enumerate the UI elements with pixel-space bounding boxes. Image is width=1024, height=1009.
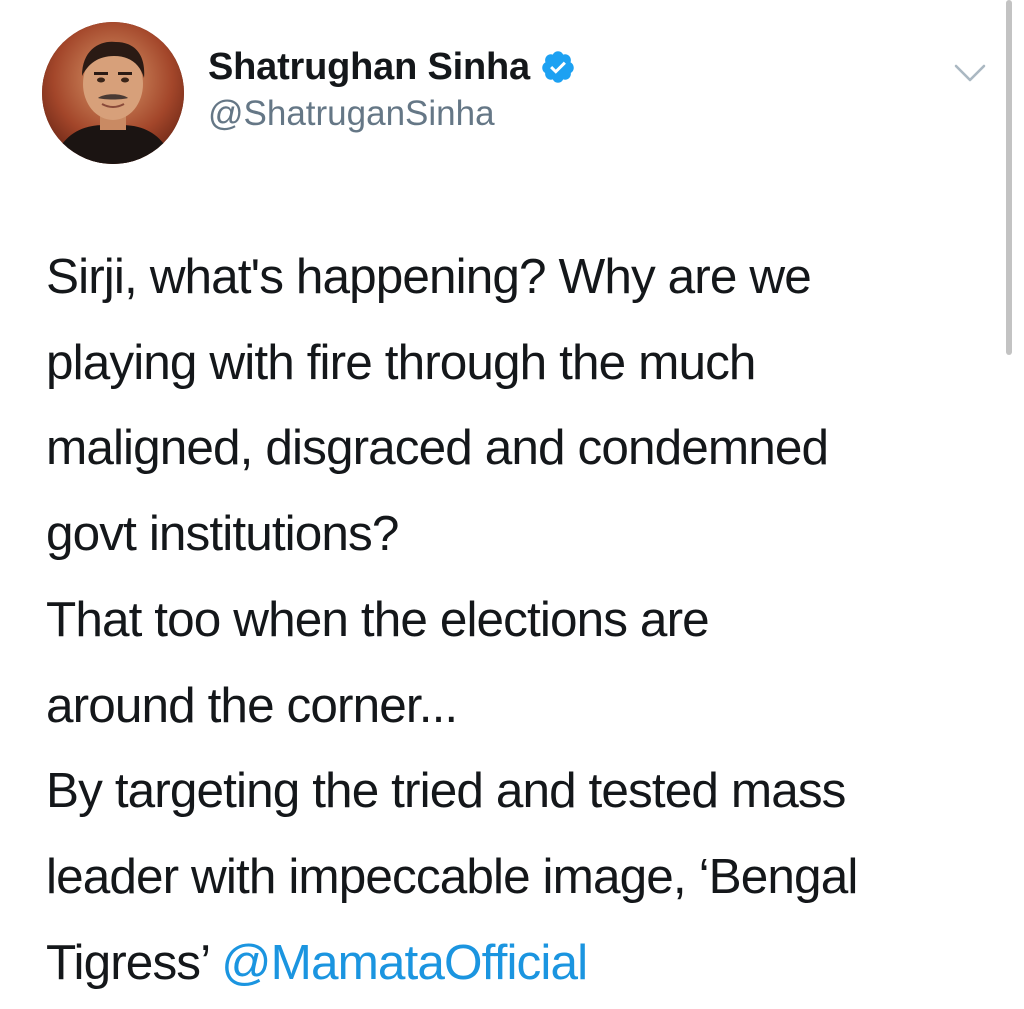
tweet-line: maligned, disgraced and condemned	[46, 420, 829, 476]
tweet-card[interactable]: Shatrughan Sinha @ShatruganSinha Sirji, …	[0, 0, 1024, 1009]
handle[interactable]: @ShatruganSinha	[208, 94, 576, 134]
verified-badge-icon	[542, 51, 574, 83]
scrollbar[interactable]	[1006, 0, 1012, 355]
tweet-line: By targeting the tried and tested mass	[46, 763, 846, 819]
tweet-text: Sirji, what's happening? Why are we play…	[46, 234, 1006, 1005]
avatar[interactable]	[42, 22, 184, 164]
mention-link[interactable]: @MamataOfficial	[221, 935, 588, 990]
avatar-photo	[42, 22, 184, 164]
tweet-line: Sirji, what's happening? Why are we	[46, 249, 812, 304]
tweet-line-last: Tigress’ @MamataOfficial	[46, 920, 1006, 1006]
author-block[interactable]: Shatrughan Sinha @ShatruganSinha	[208, 44, 576, 134]
tweet-line: playing with fire through the much	[46, 334, 756, 390]
tweet-line: That too when the elections are	[46, 591, 710, 647]
tweet-line: around the corner...	[46, 677, 458, 733]
tweet-line: govt institutions?	[46, 506, 399, 562]
display-name-row: Shatrughan Sinha	[208, 44, 576, 90]
tweet-line-text: Tigress’	[46, 934, 222, 990]
display-name[interactable]: Shatrughan Sinha	[208, 46, 530, 89]
chevron-down-icon[interactable]	[952, 60, 988, 88]
tweet-line: leader with impeccable image, ‘Bengal	[46, 848, 858, 904]
